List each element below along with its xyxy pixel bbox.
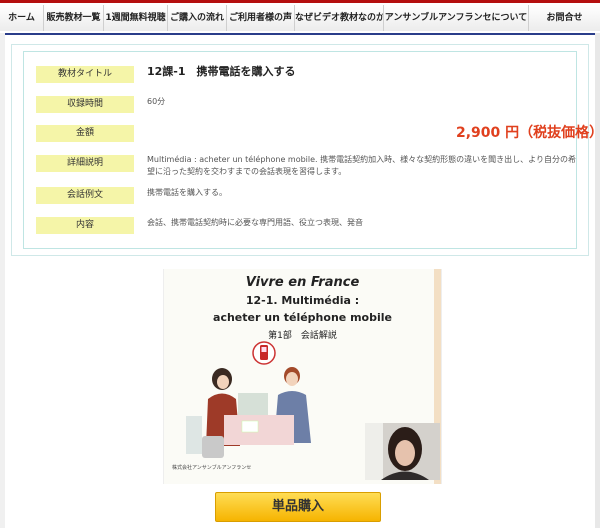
paper: [241, 420, 259, 433]
price-label: 金額: [36, 125, 134, 142]
detail-value: Multimédia : acheter un téléphone mobile…: [147, 155, 576, 176]
presenter-avatar: [365, 423, 440, 480]
dialogue-value: 携帯電話を購入する。: [147, 188, 227, 197]
left-margin: [0, 33, 5, 528]
nav-item-about[interactable]: アンサンブルアンフランセについて: [384, 5, 529, 31]
thumbnail-title: Vivre en France: [245, 275, 360, 290]
buy-single-button[interactable]: 単品購入: [215, 492, 381, 522]
content-value: 会話、携帯電話契約時に必要な専門用語、役立つ表現、発音: [147, 218, 363, 227]
phone-icon: [252, 341, 276, 365]
nav-item-free-trial[interactable]: 1週間無料視聴: [104, 5, 168, 31]
product-info-table: 教材タイトル 12課-1 携帯電話を購入する 収録時間 60分 金額 2,900…: [23, 51, 600, 249]
title-label: 教材タイトル: [36, 66, 134, 83]
thumbnail-subtitle-2: acheter un téléphone mobile: [213, 311, 392, 324]
nav-item-catalog[interactable]: 販売教材一覧: [44, 5, 104, 31]
price-value: 2,900 円（税抜価格）: [456, 125, 600, 141]
nav-item-contact[interactable]: お問合せ: [529, 5, 600, 31]
nav-item-testimonials[interactable]: ご利用者様の声: [227, 5, 295, 31]
nav-item-home[interactable]: ホーム: [0, 5, 44, 31]
right-scroll-margin: [595, 33, 600, 528]
thumbnail-company: 株式会社アンサンブルアンフランセ: [172, 465, 252, 471]
top-accent-line: [0, 0, 600, 3]
content-label: 内容: [36, 217, 134, 234]
nav-underline: [5, 33, 595, 35]
duration-value: 60分: [147, 97, 166, 106]
title-value: 12課-1 携帯電話を購入する: [147, 65, 296, 78]
thumbnail-subtitle-1: 12-1. Multimédia :: [245, 294, 360, 307]
global-nav: ホーム 販売教材一覧 1週間無料視聴 ご購入の流れ ご利用者様の声 なぜビデオ教…: [0, 5, 600, 31]
dialogue-label: 会話例文: [36, 187, 134, 204]
product-info-box: 教材タイトル 12課-1 携帯電話を購入する 収録時間 60分 金額 2,900…: [11, 44, 600, 256]
nav-item-purchase-flow[interactable]: ご購入の流れ: [168, 5, 227, 31]
presenter-video-inset: [365, 423, 440, 480]
detail-label: 詳細説明: [36, 155, 134, 172]
duration-label: 収録時間: [36, 96, 134, 113]
nav-item-why-video[interactable]: なぜビデオ教材なのか: [295, 5, 384, 31]
table: [224, 415, 294, 445]
thumbnail-part: 第1部 会話解説: [268, 331, 337, 341]
